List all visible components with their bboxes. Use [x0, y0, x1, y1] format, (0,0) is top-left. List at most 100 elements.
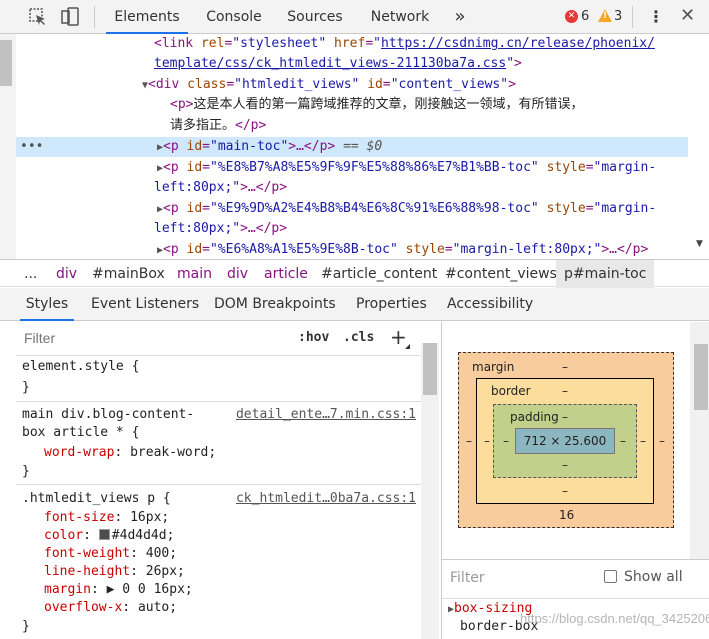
- styles-filter-input[interactable]: [18, 326, 286, 350]
- padding-right-value[interactable]: –: [620, 434, 626, 448]
- rule-selector[interactable]: box article * {: [22, 424, 139, 442]
- breadcrumb-mainbox[interactable]: #mainBox: [92, 260, 165, 288]
- property-value[interactable]: auto;: [138, 600, 177, 615]
- stylesheet-link[interactable]: https://csdnimg.cn/release/phoenix/: [381, 36, 655, 51]
- rule-element-style[interactable]: element.style {: [22, 358, 139, 376]
- property-value[interactable]: 400;: [146, 546, 177, 561]
- margin-bottom-value[interactable]: 16: [559, 508, 574, 522]
- breadcrumb-div[interactable]: div: [227, 260, 248, 288]
- more-tabs-icon[interactable]: »: [449, 0, 471, 34]
- error-count[interactable]: 6: [581, 9, 589, 24]
- styles-scroll-thumb[interactable]: [423, 343, 437, 395]
- property-value[interactable]: ▶ 0 0 16px;: [107, 582, 193, 597]
- computed-filter-input[interactable]: Filter: [450, 570, 485, 586]
- rule-selector[interactable]: .htmledit_views p {: [22, 490, 171, 508]
- style-property[interactable]: word-wrap: break-word;: [44, 444, 216, 462]
- property-name[interactable]: overflow-x: [44, 600, 122, 615]
- dom-node-div[interactable]: ▼<div class="htmledit_views" id="content…: [142, 75, 516, 95]
- text-node: 请多指正。: [170, 118, 236, 133]
- row-menu-icon[interactable]: •••: [20, 137, 43, 157]
- tag-close: >…</p>: [240, 221, 288, 236]
- breadcrumb-content-views[interactable]: #content_views: [445, 260, 557, 288]
- dom-node-p-text-cont[interactable]: 请多指正。</p>: [170, 116, 266, 136]
- dom-scrollbar[interactable]: ▼: [692, 34, 709, 259]
- tab-styles[interactable]: Styles: [20, 288, 74, 321]
- tab-dom-breakpoints[interactable]: DOM Breakpoints: [214, 288, 336, 321]
- border-bottom-value[interactable]: –: [562, 484, 568, 498]
- border-right-value[interactable]: –: [640, 434, 646, 448]
- style-property[interactable]: overflow-x: auto;: [44, 599, 177, 617]
- rule-source-link[interactable]: detail_ente…7.min.css:1: [236, 406, 416, 424]
- dom-gutter-thumb[interactable]: [0, 40, 12, 86]
- padding-top-value[interactable]: –: [562, 410, 568, 424]
- style-property[interactable]: line-height: 26px;: [44, 563, 185, 581]
- style-property[interactable]: font-weight: 400;: [44, 545, 177, 563]
- tab-properties[interactable]: Properties: [356, 288, 427, 321]
- property-value[interactable]: break-word;: [130, 445, 216, 460]
- border-top-value[interactable]: –: [562, 384, 568, 398]
- tab-network[interactable]: Network: [363, 0, 437, 34]
- dom-node-link-cont[interactable]: template/css/ck_htmledit_views-211130ba7…: [154, 54, 522, 74]
- hover-state-toggle[interactable]: :hov: [298, 330, 329, 345]
- color-swatch-icon[interactable]: [98, 529, 110, 540]
- styles-scrollbar[interactable]: [421, 343, 439, 639]
- property-name[interactable]: color: [44, 528, 83, 543]
- property-value[interactable]: 26px;: [146, 564, 185, 579]
- property-value[interactable]: #4d4d4d;: [112, 528, 175, 543]
- dom-node-link[interactable]: <link rel="stylesheet" href="https://csd…: [154, 34, 655, 54]
- class-toggle[interactable]: .cls: [343, 330, 374, 345]
- close-icon[interactable]: ✕: [680, 5, 695, 26]
- border-left-value[interactable]: –: [484, 434, 490, 448]
- property-name[interactable]: font-weight: [44, 546, 130, 561]
- breadcrumb-article[interactable]: article: [264, 260, 308, 288]
- error-icon[interactable]: ✕: [565, 10, 578, 23]
- tab-accessibility[interactable]: Accessibility: [447, 288, 533, 321]
- property-name[interactable]: font-size: [44, 510, 114, 525]
- tag-close: >…</p>: [240, 180, 288, 195]
- padding-left-value[interactable]: –: [503, 434, 509, 448]
- padding-bottom-value[interactable]: –: [562, 458, 568, 472]
- warning-icon[interactable]: !: [598, 9, 612, 22]
- show-all-checkbox[interactable]: [604, 570, 617, 583]
- device-toolbar-icon[interactable]: [59, 6, 81, 28]
- tab-elements[interactable]: Elements: [106, 0, 188, 34]
- show-all-label[interactable]: Show all: [624, 569, 683, 585]
- dom-node-p-toc3[interactable]: ▶<p id="%E6%A8%A1%E5%9E%8B-toc" style="m…: [157, 240, 648, 259]
- warning-count[interactable]: 3: [614, 9, 622, 24]
- scroll-down-arrow-icon[interactable]: ▼: [696, 239, 703, 249]
- style-property[interactable]: font-size: 16px;: [44, 509, 169, 527]
- dom-node-main-toc[interactable]: ▶<p id="main-toc">…</p> == $0: [157, 137, 382, 157]
- dom-node-p-toc1[interactable]: ▶<p id="%E8%B7%A8%E5%9F%9F%E5%88%86%E7%B…: [157, 158, 656, 178]
- property-name[interactable]: word-wrap: [44, 445, 114, 460]
- property-name[interactable]: line-height: [44, 564, 130, 579]
- property-value[interactable]: 16px;: [130, 510, 169, 525]
- tab-event-listeners[interactable]: Event Listeners: [91, 288, 199, 321]
- dom-node-p-toc1-cont[interactable]: left:80px;">…</p>: [154, 178, 287, 198]
- style-property[interactable]: color: #4d4d4d;: [44, 527, 174, 545]
- tab-sources[interactable]: Sources: [282, 0, 348, 34]
- dom-node-p-text[interactable]: <p>这是本人看的第一篇跨域推荐的文章，刚接触这一领域，有所错误，: [170, 95, 584, 115]
- dom-node-p-toc2[interactable]: ▶<p id="%E9%9D%A2%E4%B8%B4%E6%8C%91%E6%8…: [157, 199, 656, 219]
- style-property[interactable]: margin: ▶ 0 0 16px;: [44, 581, 193, 599]
- computed-scrollbar[interactable]: [690, 322, 709, 559]
- breadcrumb-div[interactable]: div: [56, 260, 77, 288]
- new-rule-menu-icon[interactable]: [405, 344, 410, 349]
- breadcrumb-article-content[interactable]: #article_content: [321, 260, 437, 288]
- margin-top-value[interactable]: –: [562, 360, 568, 374]
- breadcrumb-ellipsis[interactable]: ...: [24, 260, 37, 288]
- computed-scroll-thumb[interactable]: [694, 344, 708, 410]
- dom-node-p-toc2-cont[interactable]: left:80px;">…</p>: [154, 219, 287, 239]
- stylesheet-link[interactable]: template/css/ck_htmledit_views-211130ba7…: [154, 56, 506, 71]
- tab-console[interactable]: Console: [199, 0, 269, 34]
- box-model-content[interactable]: 712 × 25.600: [515, 428, 615, 454]
- margin-left-value[interactable]: –: [466, 434, 472, 448]
- customize-menu-icon[interactable]: ⋮: [648, 7, 664, 27]
- breadcrumb-main-toc[interactable]: p#main-toc: [556, 260, 655, 288]
- rule-selector[interactable]: main div.blog-content-: [22, 406, 194, 424]
- rule-source-link[interactable]: ck_htmledit…0ba7a.css:1: [236, 490, 416, 508]
- inspect-element-icon[interactable]: [27, 6, 49, 28]
- breadcrumb-main[interactable]: main: [177, 260, 212, 288]
- margin-right-value[interactable]: –: [659, 434, 665, 448]
- property-name[interactable]: margin: [44, 582, 91, 597]
- toolbar-divider: [94, 6, 95, 28]
